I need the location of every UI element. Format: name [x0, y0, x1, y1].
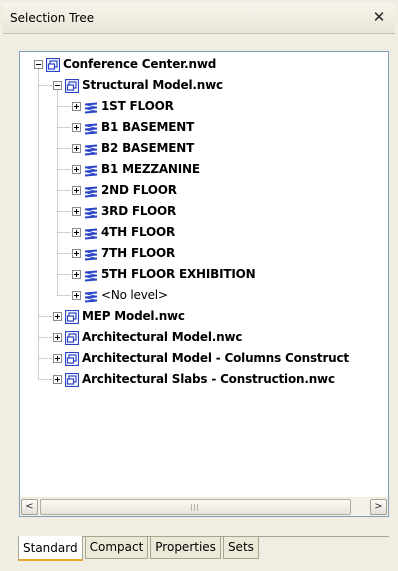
selection-tree-panel: Selection Tree ✕ Conference Center.nwd St… [0, 0, 398, 571]
expand-toggle-icon[interactable] [72, 206, 81, 216]
layer-icon [84, 142, 98, 155]
tab-sets[interactable]: Sets [222, 537, 259, 559]
tree-level-node[interactable]: 3RD FLOOR [72, 202, 176, 220]
tree-root-node[interactable]: Conference Center.nwd [34, 55, 216, 73]
tree-level-node[interactable]: B2 BASEMENT [72, 139, 194, 157]
selection-tree-view[interactable]: Conference Center.nwd Structural Model.nw… [19, 51, 389, 517]
tab-properties[interactable]: Properties [150, 537, 221, 559]
expand-toggle-icon[interactable] [53, 353, 62, 363]
layer-icon [84, 163, 98, 176]
tree-node-label: 1ST FLOOR [101, 99, 174, 113]
tree-content: Conference Center.nwd Structural Model.nw… [20, 52, 388, 497]
layer-icon [84, 247, 98, 260]
expand-toggle-icon[interactable] [72, 269, 81, 279]
file-icon [45, 57, 61, 73]
scroll-left-button[interactable]: < [21, 499, 38, 515]
collapse-toggle-icon[interactable] [34, 59, 43, 69]
layer-icon [84, 100, 98, 113]
tree-level-node[interactable]: 2ND FLOOR [72, 181, 177, 199]
file-icon [64, 309, 80, 325]
tree-file-node[interactable]: Architectural Model.nwc [53, 328, 242, 346]
tree-node-label: Architectural Model.nwc [82, 330, 243, 344]
tree-level-node[interactable]: 4TH FLOOR [72, 223, 175, 241]
layer-icon [84, 184, 98, 197]
scroll-thumb[interactable] [40, 499, 351, 515]
tree-node-label: Conference Center.nwd [63, 57, 217, 71]
expand-toggle-icon[interactable] [72, 143, 81, 153]
tree-node-label: B1 BASEMENT [101, 120, 195, 134]
panel-title: Selection Tree [10, 11, 95, 25]
expand-toggle-icon[interactable] [72, 122, 81, 132]
expand-toggle-icon[interactable] [53, 311, 62, 321]
tab-bar: Standard Compact Properties Sets [18, 536, 261, 561]
tree-node-label: 4TH FLOOR [101, 225, 176, 239]
expand-toggle-icon[interactable] [72, 290, 81, 300]
tab-compact[interactable]: Compact [84, 537, 149, 559]
expand-toggle-icon[interactable] [72, 227, 81, 237]
file-icon [64, 372, 80, 388]
tree-node-label: <No level> [101, 288, 168, 302]
file-icon [64, 330, 80, 346]
tree-level-node[interactable]: 5TH FLOOR EXHIBITION [72, 265, 256, 283]
collapse-toggle-icon[interactable] [53, 80, 62, 90]
file-icon [64, 78, 80, 94]
tree-level-node[interactable]: <No level> [72, 286, 168, 304]
panel-titlebar: Selection Tree ✕ [3, 3, 395, 34]
tree-file-node[interactable]: MEP Model.nwc [53, 307, 185, 325]
tree-node-label: 7TH FLOOR [101, 246, 176, 260]
tree-node-label: Architectural Slabs - Construction.nwc [82, 372, 335, 386]
close-button[interactable]: ✕ [370, 8, 388, 26]
horizontal-scrollbar[interactable]: < > [20, 497, 388, 516]
tree-node-label: Structural Model.nwc [82, 78, 223, 92]
tree-node-label: B1 MEZZANINE [101, 162, 200, 176]
layer-icon [84, 289, 98, 302]
expand-toggle-icon[interactable] [72, 164, 81, 174]
tab-standard[interactable]: Standard [18, 536, 83, 561]
tree-level-node[interactable]: 7TH FLOOR [72, 244, 175, 262]
tree-file-node[interactable]: Structural Model.nwc [53, 76, 223, 94]
layer-icon [84, 268, 98, 281]
expand-toggle-icon[interactable] [72, 185, 81, 195]
tree-file-node[interactable]: Architectural Slabs - Construction.nwc [53, 370, 335, 388]
tree-level-node[interactable]: B1 MEZZANINE [72, 160, 200, 178]
expand-toggle-icon[interactable] [72, 101, 81, 111]
layer-icon [84, 205, 98, 218]
file-icon [64, 351, 80, 367]
tree-file-node[interactable]: Architectural Model - Columns Construct [53, 349, 349, 367]
layer-icon [84, 226, 98, 239]
tree-node-label: Architectural Model - Columns Construct [82, 351, 349, 365]
expand-toggle-icon[interactable] [53, 332, 62, 342]
scroll-right-button[interactable]: > [370, 499, 387, 515]
expand-toggle-icon[interactable] [53, 374, 62, 384]
tree-level-node[interactable]: B1 BASEMENT [72, 118, 194, 136]
scroll-grip-icon [191, 504, 200, 511]
tree-level-node[interactable]: 1ST FLOOR [72, 97, 174, 115]
layer-icon [84, 121, 98, 134]
tree-node-label: MEP Model.nwc [82, 309, 185, 323]
tree-node-label: B2 BASEMENT [101, 141, 195, 155]
tree-node-label: 2ND FLOOR [101, 183, 177, 197]
expand-toggle-icon[interactable] [72, 248, 81, 258]
tree-node-label: 3RD FLOOR [101, 204, 176, 218]
tree-node-label: 5TH FLOOR EXHIBITION [101, 267, 256, 281]
